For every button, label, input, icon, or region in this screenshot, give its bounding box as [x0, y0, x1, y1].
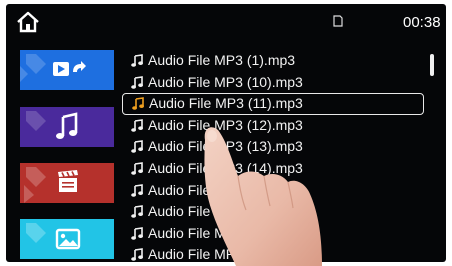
file-name: Audio File MP3 (15).mp3: [148, 181, 303, 198]
file-row-4[interactable]: Audio File MP3 (12).mp3: [122, 115, 424, 137]
file-row-8[interactable]: Audio File MP3 (16).mp3: [122, 201, 424, 223]
file-row-6[interactable]: Audio File MP3 (14).mp3: [122, 158, 424, 180]
file-name: Audio File MP3 (10).mp3: [148, 73, 303, 90]
music-note-icon: [131, 226, 143, 240]
music-note-icon: [131, 205, 143, 218]
file-name: Audio File MP3 (12).mp3: [148, 116, 303, 133]
music-note-icon: [131, 183, 143, 197]
file-row-9[interactable]: Audio File MP3 (17).mp3: [122, 223, 424, 245]
music-note-icon: [131, 140, 143, 154]
video-play-return-icon: [53, 61, 86, 76]
sidebar-tile-movie[interactable]: [20, 163, 114, 203]
music-note-icon: [56, 112, 78, 139]
media-player-screen: 00:38 Audio File MP3 (1).mp3 Audio File …: [6, 4, 446, 262]
file-name: Audio File MP3 (13).mp3: [148, 138, 303, 155]
music-note-icon-selected: [132, 97, 144, 110]
picture-icon: [55, 228, 81, 250]
sidebar-tile-video-playlist[interactable]: [20, 50, 114, 90]
file-name: Audio File MP3 (17).mp3: [148, 224, 303, 241]
audio-file-list: Audio File MP3 (1).mp3 Audio File MP3 (1…: [122, 50, 424, 262]
status-bar: 00:38: [6, 4, 446, 38]
file-row-7[interactable]: Audio File MP3 (15).mp3: [122, 180, 424, 202]
clapperboard-icon: [58, 170, 78, 192]
file-name: Audio File MP3 (1).mp3: [148, 52, 296, 68]
file-row-1[interactable]: Audio File MP3 (1).mp3: [122, 50, 424, 72]
clock: 00:38: [403, 14, 441, 31]
file-row-selected[interactable]: Audio File MP3 (11).mp3: [122, 93, 424, 115]
sidebar-tile-music[interactable]: [20, 107, 114, 147]
file-row-5[interactable]: Audio File MP3 (13).mp3: [122, 136, 424, 158]
list-scrollbar[interactable]: [430, 54, 434, 76]
file-name: Audio File MP3 (14).mp3: [148, 159, 303, 176]
sidebar-tile-pictures[interactable]: [20, 219, 114, 259]
file-name: Audio File MP3 (16).mp3: [148, 203, 303, 220]
music-note-icon: [131, 75, 143, 89]
music-note-icon: [131, 248, 143, 262]
file-name: Audio File MP3 (18).mp3: [148, 246, 303, 262]
music-note-icon: [131, 54, 143, 67]
music-note-icon: [131, 162, 143, 175]
sd-card-icon: [333, 15, 343, 27]
file-row-10[interactable]: Audio File MP3 (18).mp3: [122, 244, 424, 262]
file-name: Audio File MP3 (11).mp3: [149, 95, 303, 112]
file-row-2[interactable]: Audio File MP3 (10).mp3: [122, 72, 424, 94]
home-icon[interactable]: [16, 11, 40, 33]
music-note-icon: [131, 118, 143, 132]
